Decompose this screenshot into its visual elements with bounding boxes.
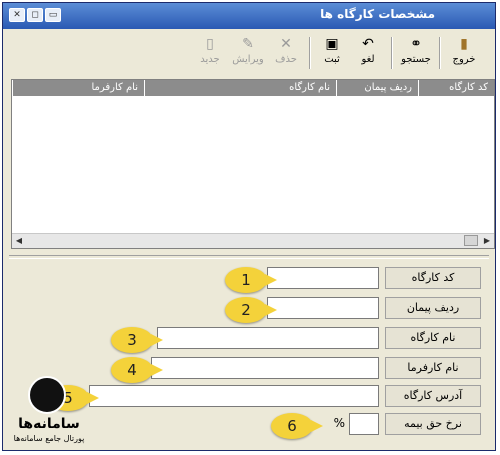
workshop-code-label: کد کارگاه (385, 267, 481, 289)
logo-tagline: پورتال جامع سامانه‌ها (13, 434, 85, 443)
column-employer-name[interactable]: نام کارفرما (12, 80, 144, 96)
percent-sign: % (333, 416, 345, 430)
callout-badge-3: 3 (111, 327, 163, 353)
workshop-name-label: نام کارگاه (385, 327, 481, 349)
window-title: مشخصات کارگاه ها (320, 7, 435, 21)
undo-icon: ↶ (362, 36, 374, 52)
title-bar: ✕ ◻ ▭ مشخصات کارگاه ها (3, 3, 495, 29)
delete-x-icon: ✕ (280, 36, 292, 52)
exit-button[interactable]: ▮ خروج (447, 35, 481, 71)
save-button[interactable]: ▣ ثبت (315, 35, 349, 71)
column-contract-row[interactable]: ردیف پیمان (336, 80, 418, 96)
scroll-right-icon[interactable]: ▶ (481, 235, 493, 246)
maximize-icon[interactable]: ◻ (27, 8, 43, 22)
logo-name: سامانه‌ها (18, 416, 80, 432)
close-icon[interactable]: ✕ (9, 8, 25, 22)
row-contract-row: ردیف پیمان 2 (3, 297, 495, 323)
scroll-left-icon[interactable]: ◀ (13, 235, 25, 246)
contract-row-input[interactable] (267, 297, 379, 319)
insurance-rate-input[interactable] (349, 413, 379, 435)
callout-badge-1: 1 (225, 267, 277, 293)
divider (9, 255, 489, 259)
column-workshop-code[interactable]: کد کارگاه (418, 80, 494, 96)
search-button[interactable]: ⚭ جستجو (399, 35, 433, 71)
callout-badge-6: 6 (271, 413, 323, 439)
callout-badge-2: 2 (225, 297, 277, 323)
workshop-name-input[interactable] (157, 327, 379, 349)
new-button[interactable]: ▯ جدید (193, 35, 227, 71)
monitor-search-icon (28, 376, 66, 414)
column-workshop-name[interactable]: نام کارگاه (144, 80, 336, 96)
row-workshop-name: نام کارگاه 3 (3, 327, 495, 353)
workshop-address-label: آدرس کارگاه (385, 385, 481, 407)
edit-button[interactable]: ✎ ویرایش (231, 35, 265, 71)
floppy-icon: ▣ (325, 36, 339, 52)
callout-badge-4: 4 (111, 357, 163, 383)
undo-button[interactable]: ↶ لغو (351, 35, 385, 71)
workshop-address-input[interactable] (89, 385, 379, 407)
delete-button[interactable]: ✕ حذف (269, 35, 303, 71)
samanehha-logo: سامانه‌ها پورتال جامع سامانه‌ها (10, 376, 88, 448)
grid-header: کد کارگاه ردیف پیمان نام کارگاه نام کارف… (12, 80, 494, 96)
binoculars-icon: ⚭ (410, 36, 422, 52)
workshop-code-input[interactable] (267, 267, 379, 289)
minimize-icon[interactable]: ▭ (45, 8, 61, 22)
exit-door-icon: ▮ (460, 36, 468, 52)
new-document-icon: ▯ (206, 36, 214, 52)
scroll-thumb[interactable] (464, 235, 478, 246)
edit-pencil-icon: ✎ (242, 36, 254, 52)
toolbar: ▮ خروج ⚭ جستجو ↶ لغو ▣ ثبت ✕ حذف ✎ ویرای… (9, 35, 489, 73)
contract-row-label: ردیف پیمان (385, 297, 481, 319)
row-workshop-code: کد کارگاه 1 (3, 267, 495, 293)
employer-name-input[interactable] (151, 357, 379, 379)
workshops-grid[interactable]: کد کارگاه ردیف پیمان نام کارگاه نام کارف… (11, 79, 495, 249)
horizontal-scrollbar[interactable]: ◀ ▶ (12, 233, 494, 248)
employer-name-label: نام کارفرما (385, 357, 481, 379)
insurance-rate-label: نرخ حق بیمه (385, 413, 481, 435)
